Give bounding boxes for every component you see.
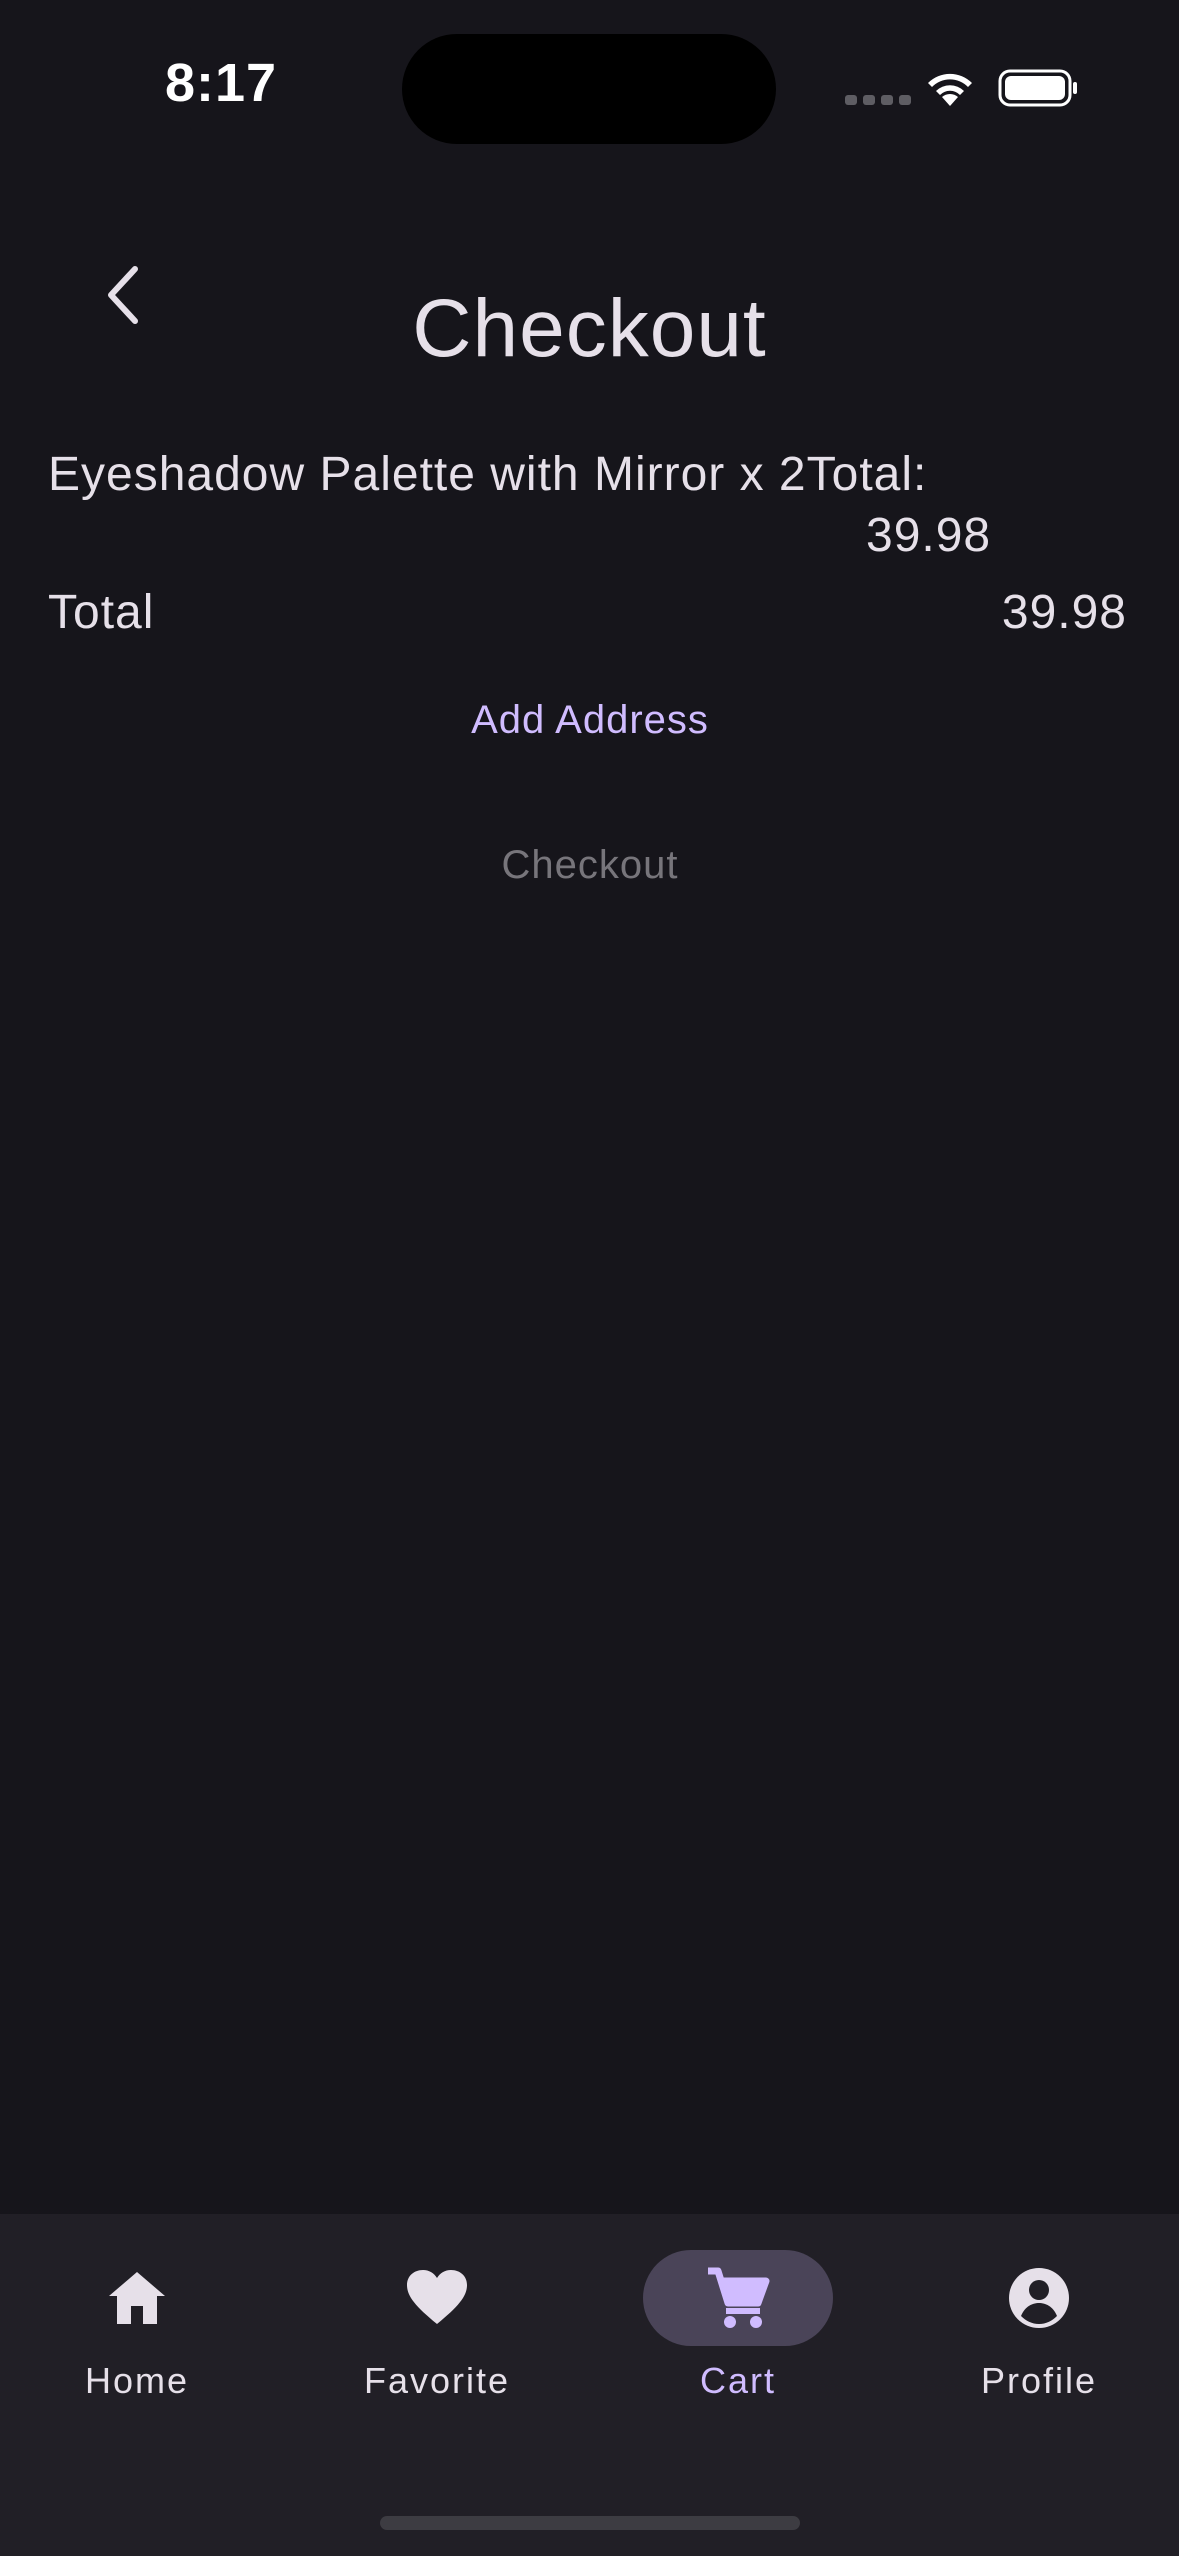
account-circle-icon — [1009, 2268, 1069, 2328]
wifi-icon — [928, 73, 972, 106]
page-title: Checkout — [412, 283, 767, 374]
heart-icon — [407, 2270, 467, 2324]
battery-icon — [998, 69, 1077, 107]
home-icon — [109, 2272, 165, 2324]
checkout-button[interactable]: Checkout — [390, 830, 790, 900]
nav-label-favorite: Favorite — [363, 2360, 511, 2401]
cellular-signal-icon — [845, 95, 911, 105]
status-time: 8:17 — [165, 53, 278, 113]
cart-item-price: 39.98 — [866, 509, 992, 562]
bottom-navigation-bar: Home Favorite Cart Profile — [0, 2214, 1179, 2556]
total-label: Total — [48, 586, 155, 639]
cart-icon — [708, 2267, 770, 2328]
nav-item-favorite[interactable]: Favorite — [307, 2250, 567, 2402]
nav-pill-profile — [944, 2250, 1134, 2346]
status-bar: 8:17 — [0, 0, 1179, 170]
home-indicator[interactable] — [380, 2516, 800, 2530]
add-address-button[interactable]: Add Address — [390, 685, 790, 755]
nav-item-profile[interactable]: Profile — [909, 2250, 1169, 2402]
nav-item-home[interactable]: Home — [7, 2250, 267, 2402]
nav-label-profile: Profile — [980, 2360, 1098, 2401]
nav-pill-cart-active — [643, 2250, 833, 2346]
cart-item-text: Eyeshadow Palette with Mirror x 2Total: — [48, 448, 928, 501]
total-value: 39.98 — [1001, 586, 1127, 639]
nav-label-home: Home — [84, 2360, 190, 2401]
nav-item-cart[interactable]: Cart — [608, 2250, 868, 2402]
nav-pill-home — [42, 2250, 232, 2346]
nav-label-cart: Cart — [699, 2360, 776, 2401]
dynamic-island — [402, 34, 776, 144]
nav-pill-favorite — [342, 2250, 532, 2346]
